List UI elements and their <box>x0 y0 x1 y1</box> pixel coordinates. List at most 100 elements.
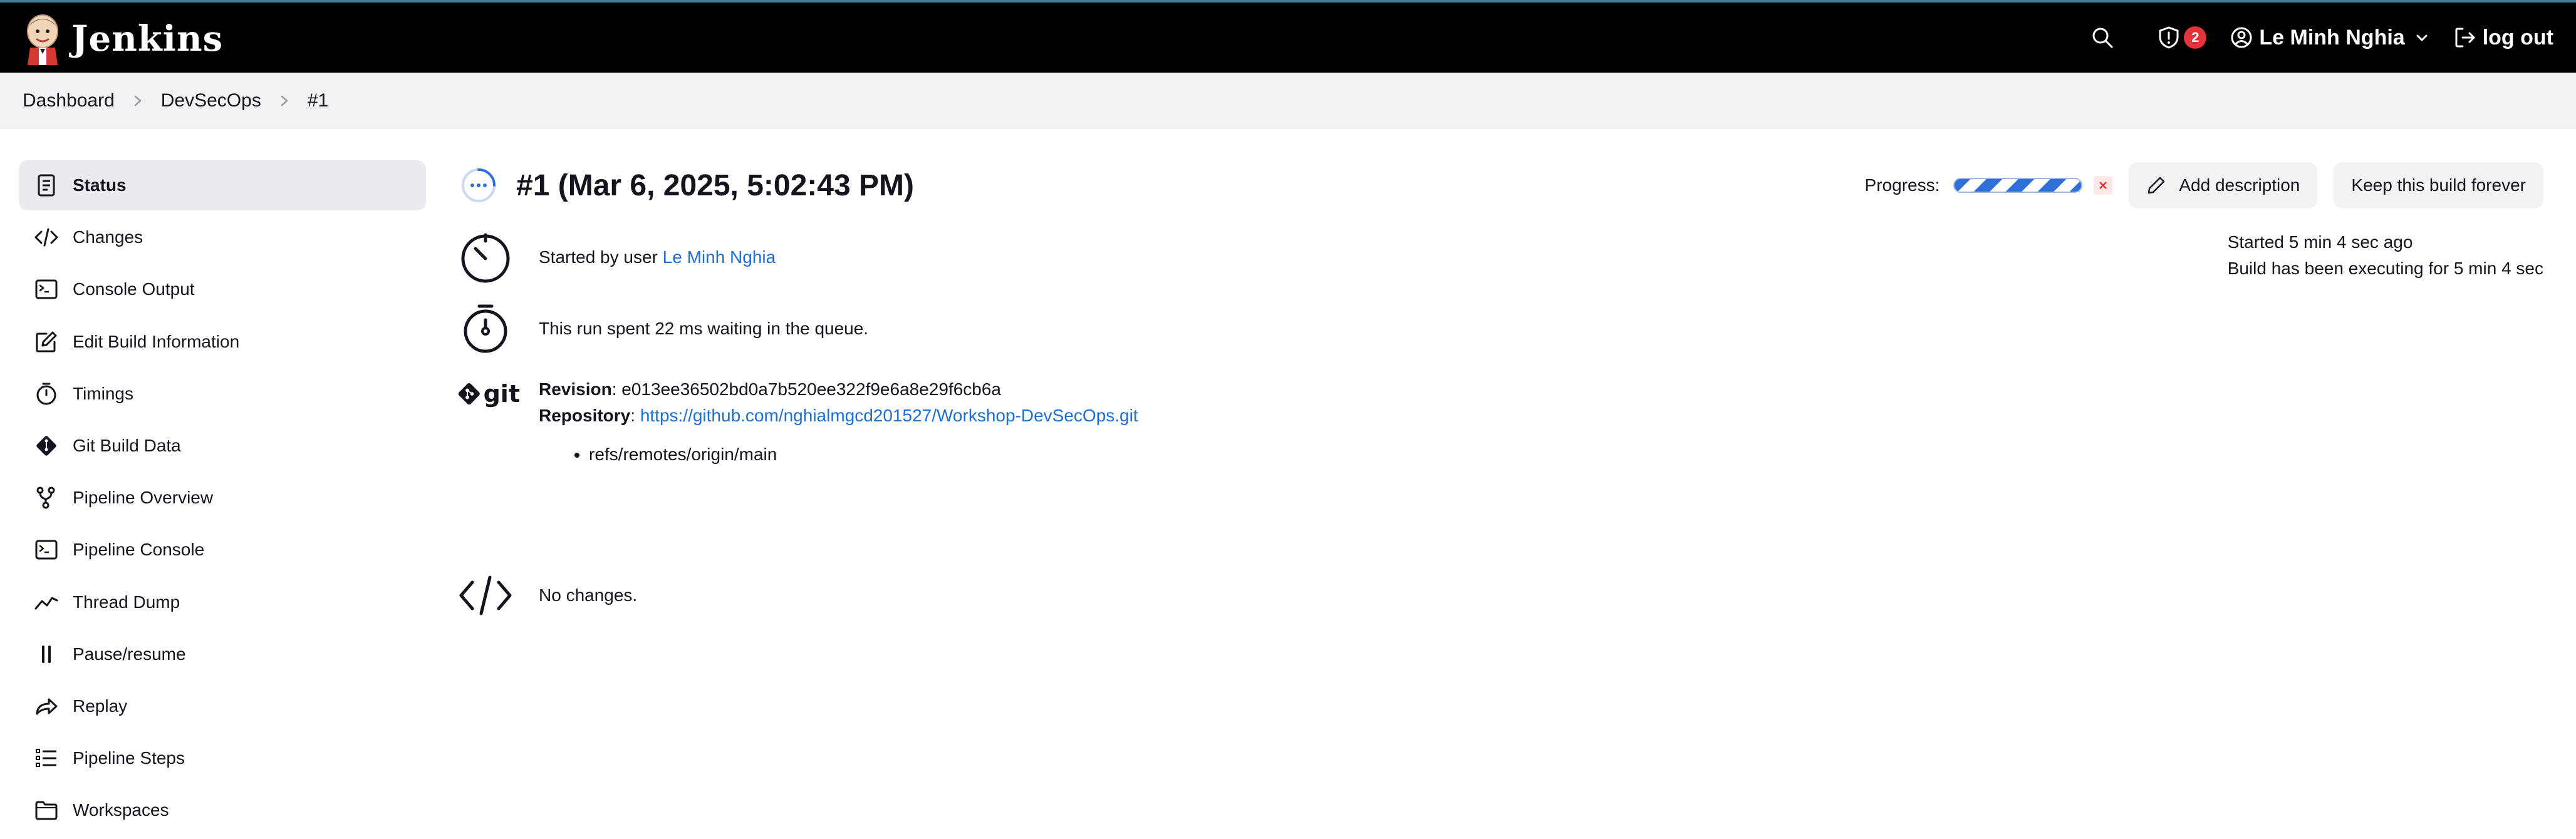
repository-link[interactable]: https://github.com/nghialmgcd201527/Work… <box>640 406 1138 425</box>
list-item: refs/remotes/origin/main <box>589 441 1138 468</box>
breadcrumb-dashboard[interactable]: Dashboard <box>23 90 115 111</box>
git-icon <box>33 432 60 460</box>
sidebar-item-label: Pipeline Steps <box>73 748 185 768</box>
folder-icon <box>33 796 60 824</box>
git-build-data: git Revision: e013ee36502bd0a7b520ee322f… <box>457 376 1138 468</box>
breadcrumb: Dashboard DevSecOps #1 <box>0 73 2576 129</box>
sidebar-item-replay[interactable]: Replay <box>19 681 426 731</box>
security-alerts-button[interactable]: 2 <box>2158 26 2207 49</box>
search-button[interactable] <box>2091 26 2114 49</box>
search-icon <box>2092 28 2113 48</box>
user-name: Le Minh Nghia <box>2259 25 2405 49</box>
timer-icon <box>457 229 514 286</box>
sidebar-item-label: Timings <box>73 383 133 403</box>
sidebar-item-label: Changes <box>73 227 143 247</box>
started-by-user-link[interactable]: Le Minh Nghia <box>663 247 776 267</box>
sidebar-item-console-output[interactable]: Console Output <box>19 264 426 314</box>
git-logo-text: git <box>483 380 520 408</box>
sidebar-item-label: Edit Build Information <box>73 331 240 351</box>
code-icon <box>457 567 514 624</box>
add-description-label: Add description <box>2179 175 2300 195</box>
sidebar-item-label: Console Output <box>73 279 195 299</box>
build-in-progress-icon <box>462 168 496 202</box>
sidebar-item-label: Status <box>73 175 127 195</box>
revision-line: Revision: e013ee36502bd0a7b520ee322f9e6a… <box>539 376 1138 403</box>
stopwatch-icon <box>457 301 514 357</box>
sidebar-item-label: Git Build Data <box>73 435 181 455</box>
sidebar-item-pause-resume[interactable]: Pause/resume <box>19 629 426 679</box>
started-ago-text: Started 5 min 4 sec ago <box>2227 232 2413 252</box>
sidebar-item-label: Pause/resume <box>73 644 186 664</box>
chevron-down-icon <box>2416 34 2428 41</box>
repository-line: Repository: https://github.com/nghialmgc… <box>539 403 1138 429</box>
executing-for-text: Build has been executing for 5 min 4 sec <box>2227 259 2543 278</box>
sidebar-item-label: Replay <box>73 696 128 716</box>
started-by-text: Started by user Le Minh Nghia <box>539 247 776 267</box>
sidebar-item-changes[interactable]: Changes <box>19 212 426 262</box>
chevron-right-icon <box>279 95 290 107</box>
pencil-icon <box>2148 177 2165 194</box>
edit-icon <box>33 328 60 356</box>
list-icon <box>33 744 60 772</box>
replay-icon <box>33 692 60 720</box>
sidebar-item-pipeline-steps[interactable]: Pipeline Steps <box>19 733 426 783</box>
no-changes-text: No changes. <box>539 585 638 605</box>
user-icon <box>2231 27 2252 48</box>
shield-alert-icon <box>2159 26 2179 49</box>
branch-icon <box>33 484 60 512</box>
jenkins-logo-icon <box>27 14 58 65</box>
started-by-row: Started by user Le Minh Nghia <box>457 229 776 286</box>
stopwatch-icon <box>33 380 60 408</box>
git-logo: git <box>457 376 520 411</box>
jenkins-home-link[interactable]: Jenkins <box>23 11 223 66</box>
stop-build-button[interactable] <box>2094 176 2113 195</box>
logout-icon <box>2455 28 2475 48</box>
sidebar-item-thread-dump[interactable]: Thread Dump <box>19 577 426 627</box>
sidebar-item-timings[interactable]: Timings <box>19 369 426 419</box>
chevron-right-icon <box>132 95 143 107</box>
sidebar-item-label: Thread Dump <box>73 592 180 612</box>
document-icon <box>33 172 60 199</box>
terminal-icon <box>33 536 60 564</box>
main-content: #1 (Mar 6, 2025, 5:02:43 PM) Progress: A… <box>457 160 2543 667</box>
started-by-prefix: Started by user <box>539 247 663 267</box>
sidebar-item-edit-build-information[interactable]: Edit Build Information <box>19 317 426 367</box>
queue-text: This run spent 22 ms waiting in the queu… <box>539 319 869 338</box>
logout-link[interactable]: log out <box>2454 26 2553 50</box>
security-count-badge: 2 <box>2184 26 2207 49</box>
close-icon <box>2099 182 2107 189</box>
sidebar-item-workspaces[interactable]: Workspaces <box>19 785 426 835</box>
changes-row: No changes. <box>457 567 637 624</box>
breadcrumb-devsecops[interactable]: DevSecOps <box>161 90 261 111</box>
trend-icon <box>33 589 60 616</box>
queue-row: This run spent 22 ms waiting in the queu… <box>457 301 868 357</box>
terminal-icon <box>33 275 60 303</box>
keep-build-forever-label: Keep this build forever <box>2351 175 2526 195</box>
git-icon <box>458 383 480 405</box>
logout-label: log out <box>2482 25 2553 49</box>
refs-list: refs/remotes/origin/main <box>589 441 1138 468</box>
user-menu[interactable]: Le Minh Nghia <box>2230 26 2428 50</box>
revision-label: Revision <box>539 379 612 399</box>
pause-icon <box>33 641 60 668</box>
progress-label: Progress: <box>1864 175 1940 195</box>
add-description-button[interactable]: Add description <box>2129 162 2318 208</box>
build-progress-bar <box>1953 178 2083 193</box>
keep-build-forever-button[interactable]: Keep this build forever <box>2334 162 2543 208</box>
sidebar-item-status[interactable]: Status <box>19 160 426 210</box>
brand-name: Jenkins <box>71 18 224 59</box>
top-header: Jenkins 2 Le Minh Nghia log out <box>0 0 2576 73</box>
sidebar-item-git-build-data[interactable]: Git Build Data <box>19 421 426 471</box>
sidebar-item-label: Pipeline Overview <box>73 488 214 508</box>
repository-separator: : <box>630 406 640 425</box>
revision-value: : e013ee36502bd0a7b520ee322f9e6a8e29f6cb… <box>611 379 1001 399</box>
sidebar-item-pipeline-console[interactable]: Pipeline Console <box>19 525 426 575</box>
code-icon <box>33 224 60 251</box>
breadcrumb-build[interactable]: #1 <box>308 90 328 111</box>
sidebar-item-pipeline-overview[interactable]: Pipeline Overview <box>19 473 426 523</box>
sidebar-item-label: Workspaces <box>73 800 169 820</box>
page-title: #1 (Mar 6, 2025, 5:02:43 PM) <box>516 168 914 202</box>
repository-label: Repository <box>539 406 631 425</box>
sidebar: Status Changes Console Output Edit Build… <box>19 160 426 837</box>
build-timing-info: Started 5 min 4 sec ago Build has been e… <box>2228 229 2543 282</box>
